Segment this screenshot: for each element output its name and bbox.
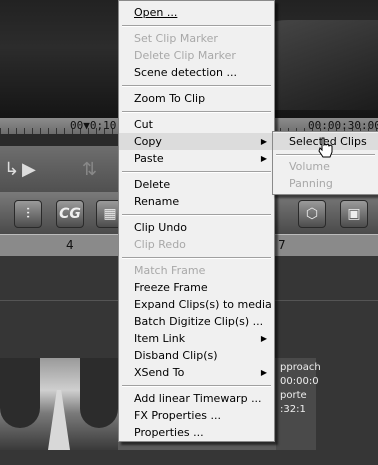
menu-item-label: Delete Clip Marker [134,49,236,62]
hand-cursor-icon [318,137,333,158]
menu-item-fx-properties[interactable]: FX Properties ... [119,407,274,424]
menu-item-label: Clip Redo [134,238,186,251]
menu-item-zoom-to-clip[interactable]: Zoom To Clip [119,90,274,107]
clip-info-line: :32:1 [280,404,306,415]
menu-item-xsend-to[interactable]: XSend To ▶ [119,364,274,381]
audio-mixer-icon[interactable]: ⫶ [14,200,42,228]
menu-item-cut[interactable]: Cut [119,116,274,133]
menu-item-label: Properties ... [134,426,204,439]
menu-item-label: XSend To [134,366,185,379]
menu-item-label: Zoom To Clip [134,92,206,105]
menu-item-label: Set Clip Marker [134,32,218,45]
clip-info-line: porte [280,390,307,401]
menu-item-scene-detection[interactable]: Scene detection ... [119,64,274,81]
menu-item-label: Rename [134,195,180,208]
menu-item-set-clip-marker[interactable]: Set Clip Marker [119,30,274,47]
play-in-out-icon[interactable]: ▶ [22,158,36,182]
shuttle-icon[interactable]: ⇅ [82,158,97,182]
menu-item-clip-undo[interactable]: Clip Undo [119,219,274,236]
cube-icon[interactable]: ⬡ [298,200,326,228]
menu-item-batch-digitize[interactable]: Batch Digitize Clip(s) ... [119,313,274,330]
menu-item-label: Scene detection ... [134,66,237,79]
menu-separator [122,171,271,173]
safe-area-icon[interactable]: ▣ [340,200,368,228]
menu-item-properties[interactable]: Properties ... [119,424,274,441]
menu-item-label: Open ... [134,6,178,19]
menu-item-label: Match Frame [134,264,206,277]
submenu-item-label: Panning [289,177,333,190]
menu-item-label: Item Link [134,332,186,345]
menu-item-label: Paste [134,152,164,165]
menu-item-label: Add linear Timewarp ... [134,392,262,405]
menu-item-add-linear-timewarp[interactable]: Add linear Timewarp ... [119,390,274,407]
menu-item-freeze-frame[interactable]: Freeze Frame [119,279,274,296]
menu-item-rename[interactable]: Rename [119,193,274,210]
submenu-arrow-icon: ▶ [260,334,267,343]
submenu-item-panning[interactable]: Panning [273,175,378,192]
menu-separator [122,25,271,27]
menu-item-label: FX Properties ... [134,409,221,422]
submenu-arrow-icon: ▶ [260,368,267,377]
clip-info: pproach 00:00:0 porte :32:1 [276,358,321,450]
menu-item-clip-redo[interactable]: Clip Redo [119,236,274,253]
menu-item-expand-clips[interactable]: Expand Clips(s) to media [119,296,274,313]
menu-item-label: Delete [134,178,171,191]
menu-item-label: Freeze Frame [134,281,208,294]
menu-separator [122,257,271,259]
clip-info-line: 00:00:0 [280,376,319,387]
menu-separator [122,85,271,87]
cg-button[interactable]: CG [56,200,84,228]
submenu-arrow-icon: ▶ [260,154,267,163]
menu-separator [122,385,271,387]
menu-item-label: Expand Clips(s) to media [134,298,272,311]
menu-item-label: Clip Undo [134,221,188,234]
menu-separator [122,214,271,216]
menu-item-label: Disband Clip(s) [134,349,218,362]
clip-info-line: pproach [280,362,321,373]
menu-item-label: Batch Digitize Clip(s) ... [134,315,264,328]
ruler-mark-7: 7 [278,238,286,252]
menu-item-label: Cut [134,118,153,131]
menu-item-open[interactable]: Open ... [119,4,274,21]
menu-item-label: Copy [134,135,162,148]
menu-separator [122,111,271,113]
context-menu: Open ... Set Clip Marker Delete Clip Mar… [118,0,275,442]
menu-item-item-link[interactable]: Item Link ▶ [119,330,274,347]
menu-item-copy[interactable]: Copy ▶ [119,133,274,150]
timecode-in: 00▼0;10 [70,119,117,132]
menu-item-paste[interactable]: Paste ▶ [119,150,274,167]
mark-in-icon[interactable]: ↳ [4,158,19,182]
menu-item-disband-clips[interactable]: Disband Clip(s) [119,347,274,364]
clip-thumbnail[interactable] [0,358,118,450]
submenu-arrow-icon: ▶ [260,137,267,146]
ruler-mark-4: 4 [66,238,74,252]
menu-item-delete[interactable]: Delete [119,176,274,193]
menu-item-delete-clip-marker[interactable]: Delete Clip Marker [119,47,274,64]
menu-item-match-frame[interactable]: Match Frame [119,262,274,279]
